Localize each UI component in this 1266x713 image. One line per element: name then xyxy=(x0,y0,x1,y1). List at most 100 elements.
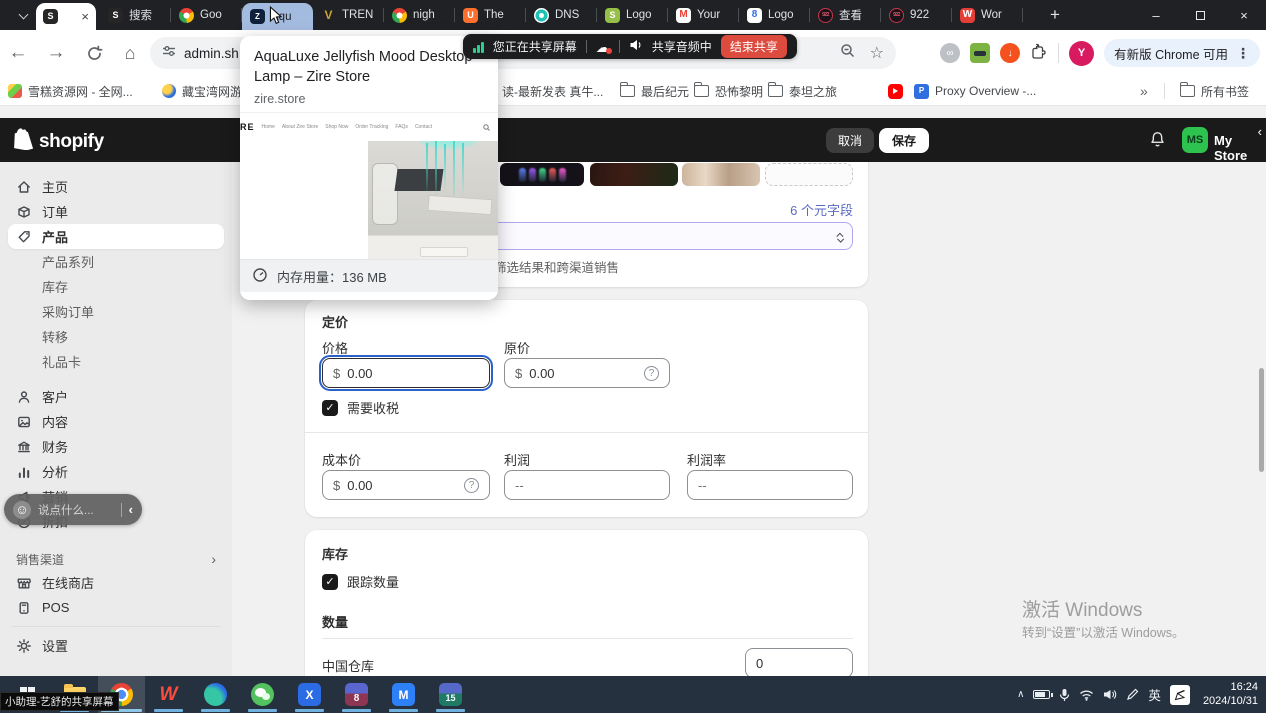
compare-price-input[interactable]: $0.00? xyxy=(504,358,670,388)
save-button[interactable]: 保存 xyxy=(879,128,929,153)
sidebar-item-purchase-orders[interactable]: 采购订单 xyxy=(0,299,232,324)
margin-input[interactable]: -- xyxy=(687,470,853,500)
tab-922[interactable]: 922922 xyxy=(881,0,952,30)
bookmark-folder-titan-quest[interactable]: 泰坦之旅 xyxy=(768,76,837,106)
home-button[interactable]: ⌂ xyxy=(118,41,142,65)
bookmark-folder-grim-dawn[interactable]: 恐怖黎明 xyxy=(694,76,763,106)
sidebar-item-pos[interactable]: POS xyxy=(0,595,232,620)
sidebar-item-products-selected[interactable]: 产品 xyxy=(8,224,224,249)
chrome-update-chip[interactable]: 有新版 Chrome 可用⋮ xyxy=(1104,39,1260,67)
ink-workspace-icon[interactable] xyxy=(1170,685,1190,705)
cost-input[interactable]: $0.00? xyxy=(322,470,490,500)
help-icon[interactable]: ? xyxy=(644,366,659,381)
checkbox-checked-icon[interactable]: ✓ xyxy=(322,574,338,590)
notification-bell-icon[interactable] xyxy=(1148,130,1167,154)
cloud-icon[interactable]: ☁ xyxy=(596,40,610,54)
link-extension-icon[interactable]: ∞ xyxy=(940,43,960,63)
pen-icon[interactable] xyxy=(1126,688,1139,701)
maximize-button[interactable] xyxy=(1178,0,1222,30)
tab-dns[interactable]: DNS xyxy=(526,0,597,30)
taskbar-x-app[interactable]: X xyxy=(286,676,333,713)
microphone-icon[interactable] xyxy=(1059,688,1070,702)
bookmark-proxy-overview[interactable]: PProxy Overview -... xyxy=(914,76,1036,106)
volume-icon[interactable] xyxy=(1103,688,1117,701)
price-input[interactable]: $0.00 xyxy=(322,358,490,388)
battery-icon[interactable] xyxy=(1033,690,1050,699)
taskbar-calendar-8[interactable]: 8 xyxy=(333,676,380,713)
tab-gmail[interactable]: MYour xyxy=(668,0,739,30)
bookmark-latest[interactable]: 读-最新发表 真牛... xyxy=(502,76,603,106)
sidebar-item-analytics[interactable]: 分析 xyxy=(0,459,232,484)
bookmark-cangbaowan[interactable]: 藏宝湾网游... xyxy=(162,76,252,106)
site-settings-icon[interactable] xyxy=(162,44,176,63)
taskbar-clock[interactable]: 16:242024/10/31 xyxy=(1203,681,1258,708)
forward-button[interactable]: → xyxy=(44,41,68,65)
sidebar-item-home[interactable]: 主页 xyxy=(0,174,232,199)
checkbox-checked-icon[interactable]: ✓ xyxy=(322,400,338,416)
tab-logo-2[interactable]: 8Logo xyxy=(739,0,810,30)
menu-dots-icon[interactable]: ⋮ xyxy=(1236,45,1250,62)
wifi-icon[interactable] xyxy=(1079,689,1094,701)
tab-word[interactable]: WWor xyxy=(952,0,1023,30)
tab-logo-1[interactable]: SLogo xyxy=(597,0,668,30)
cancel-button[interactable]: 取消 xyxy=(826,128,874,153)
sidebar-item-online-store[interactable]: 在线商店 xyxy=(0,570,232,595)
sales-channels-header[interactable]: 销售渠道› xyxy=(0,548,232,570)
new-tab-button[interactable]: + xyxy=(1042,3,1068,27)
reload-button[interactable] xyxy=(82,41,106,65)
cloud-download-extension-icon[interactable]: ↓ xyxy=(1000,43,1020,63)
sidebar-item-gift-cards[interactable]: 礼品卡 xyxy=(0,349,232,374)
tab-trendsi[interactable]: VTREN xyxy=(313,0,384,30)
taskbar-wps[interactable]: W xyxy=(145,676,192,713)
shopify-logo[interactable]: shopify xyxy=(14,128,104,155)
scrollbar-thumb[interactable] xyxy=(1259,368,1264,472)
bookmark-xuegao[interactable]: 雪糕资源网 - 全网... xyxy=(8,76,133,106)
tab-google[interactable]: Goo xyxy=(171,0,242,30)
sidebar-item-collections[interactable]: 产品系列 xyxy=(0,249,232,274)
sidebar-item-finances[interactable]: 财务 xyxy=(0,434,232,459)
zoom-out-icon[interactable] xyxy=(840,43,856,64)
collapse-chevron-icon[interactable]: ‹ xyxy=(1258,124,1262,139)
stop-sharing-button[interactable]: 结束共享 xyxy=(721,35,787,58)
sidebar-item-transfers[interactable]: 转移 xyxy=(0,324,232,349)
product-thumbnail[interactable] xyxy=(682,163,760,186)
tab-the[interactable]: UThe xyxy=(455,0,526,30)
quantity-input[interactable]: 0 xyxy=(745,648,853,678)
minimize-button[interactable]: – xyxy=(1134,0,1178,30)
all-bookmarks-button[interactable]: 所有书签 xyxy=(1180,76,1249,106)
sidebar-item-orders[interactable]: 订单 xyxy=(0,199,232,224)
bookmark-folder-last-epoch[interactable]: 最后纪元 xyxy=(620,76,689,106)
share-chat-widget[interactable]: ☺ 说点什么... ‹ xyxy=(4,494,142,525)
collapse-chevron-icon[interactable]: ‹ xyxy=(129,502,133,517)
back-button[interactable]: ← xyxy=(6,41,30,65)
media-upload-placeholder[interactable] xyxy=(765,163,853,186)
sidebar-item-inventory[interactable]: 库存 xyxy=(0,274,232,299)
chat-input[interactable]: 说点什么... xyxy=(38,502,114,518)
bookmarks-overflow-button[interactable]: » xyxy=(1140,76,1148,106)
url-text[interactable]: admin.sh xyxy=(184,46,239,61)
tab-night[interactable]: nigh xyxy=(384,0,455,30)
tray-expand-icon[interactable]: ∧ xyxy=(1017,689,1024,700)
profile-avatar[interactable]: Y xyxy=(1069,41,1094,66)
bookmark-star-icon[interactable]: ☆ xyxy=(870,43,884,63)
sidebar-item-content[interactable]: 内容 xyxy=(0,409,232,434)
extensions-puzzle-icon[interactable] xyxy=(1030,42,1048,65)
charge-tax-checkbox[interactable]: ✓需要收税 xyxy=(322,398,399,417)
sunglasses-extension-icon[interactable] xyxy=(970,43,990,63)
active-tab[interactable]: S × xyxy=(36,3,96,30)
taskbar-calendar-15[interactable]: 15 xyxy=(427,676,474,713)
tab-search-page[interactable]: S搜索 xyxy=(100,0,171,30)
sidebar-item-customers[interactable]: 客户 xyxy=(0,384,232,409)
close-tab-icon[interactable]: × xyxy=(81,10,89,23)
taskbar-teal-app[interactable] xyxy=(192,676,239,713)
metafields-link[interactable]: 6 个元字段 xyxy=(790,200,853,219)
tab-922-view[interactable]: 922查看 xyxy=(810,0,881,30)
taskbar-wechat[interactable] xyxy=(239,676,286,713)
help-icon[interactable]: ? xyxy=(464,478,479,493)
product-thumbnail[interactable] xyxy=(500,163,584,186)
tab-search-button[interactable] xyxy=(12,7,34,25)
profit-input[interactable]: -- xyxy=(504,470,670,500)
ime-language-indicator[interactable]: 英 xyxy=(1148,685,1161,704)
store-avatar[interactable]: MS xyxy=(1182,127,1208,153)
close-window-button[interactable]: × xyxy=(1222,0,1266,30)
